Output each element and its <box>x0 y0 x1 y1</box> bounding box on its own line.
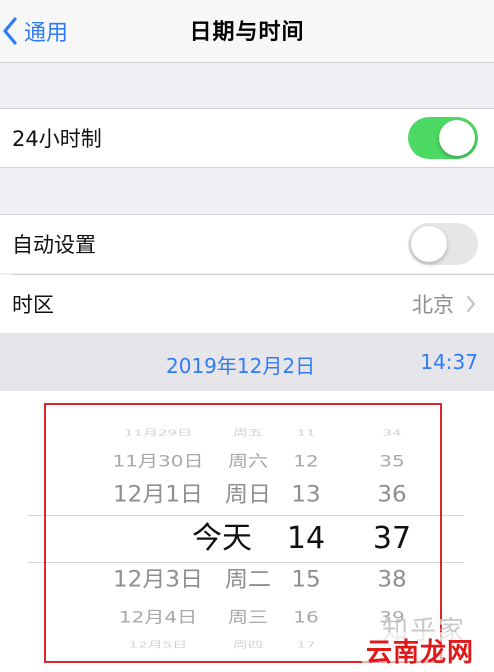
chevron-right-icon <box>466 295 476 313</box>
timezone-row[interactable]: 时区 北京 <box>0 275 494 333</box>
toggle-knob <box>439 120 475 156</box>
selected-date: 2019年12月2日 <box>166 354 316 378</box>
selected-datetime-bar[interactable]: 2019年12月2日 14:37 <box>0 333 494 391</box>
page-title: 日期与时间 <box>189 20 305 45</box>
timezone-value: 北京 <box>412 293 454 317</box>
picker-row[interactable]: 11月29日 周五 11 34 <box>0 428 494 438</box>
picker-minute-cell: 37 <box>372 521 412 556</box>
picker-minute-cell: 36 <box>377 482 407 508</box>
timezone-label: 时区 <box>12 293 54 317</box>
selected-time: 14:37 <box>420 350 478 374</box>
hour24-row: 24小时制 <box>0 109 494 167</box>
watermark-main: 云南龙网 <box>362 632 479 669</box>
picker-minute-cell: 34 <box>382 428 402 438</box>
hour24-toggle[interactable] <box>408 117 478 159</box>
toggle-knob <box>411 226 447 262</box>
auto-set-row: 自动设置 <box>0 215 494 273</box>
hour24-label: 24小时制 <box>12 127 102 151</box>
auto-set-toggle[interactable] <box>408 223 478 265</box>
picker-minute-cell: 35 <box>379 451 405 471</box>
picker-minute-cell: 38 <box>377 567 407 593</box>
navigation-bar: 通用 日期与时间 <box>0 0 494 63</box>
picker-row[interactable]: 12月1日 周日 13 36 <box>0 483 494 509</box>
picker-selected-row[interactable]: 今天 14 37 <box>0 521 494 557</box>
watermark: 知乎家 云南龙网 <box>360 610 494 672</box>
picker-row[interactable]: 11月30日 周六 12 35 <box>0 451 494 470</box>
picker-row[interactable]: 12月3日 周二 15 38 <box>0 568 494 594</box>
auto-set-label: 自动设置 <box>12 233 96 257</box>
